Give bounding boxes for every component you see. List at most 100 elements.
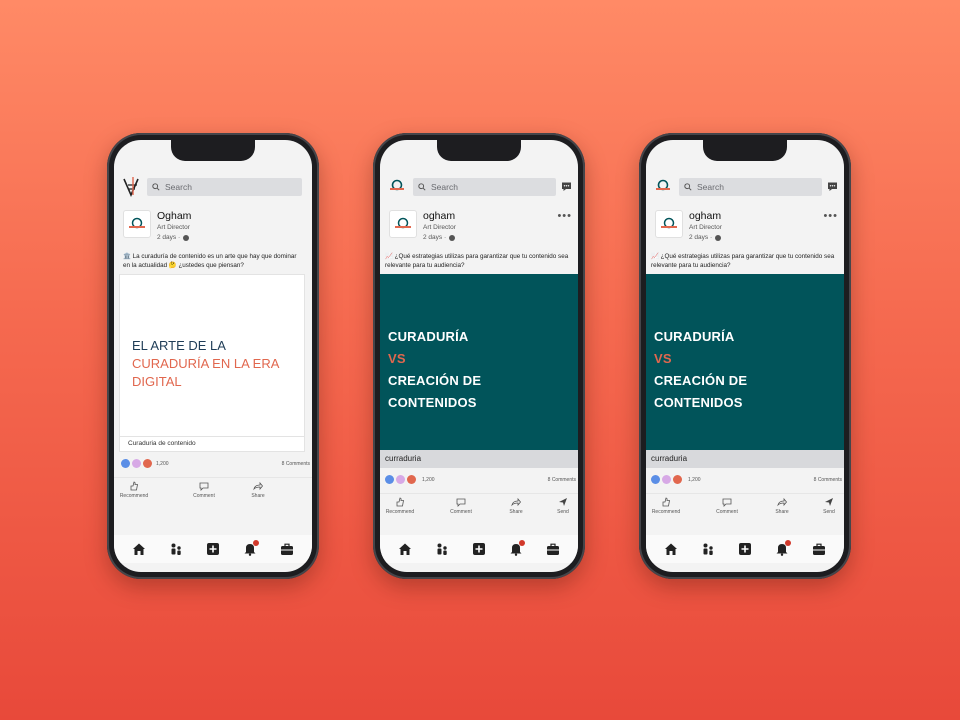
comment-button[interactable]: Comment bbox=[707, 497, 747, 515]
insightful-reaction-icon bbox=[407, 475, 416, 484]
recommend-button[interactable]: Recommend bbox=[380, 497, 420, 515]
phone-notch bbox=[171, 140, 255, 161]
post-emoji: 📈 bbox=[651, 253, 659, 260]
author-name[interactable]: ogham bbox=[689, 210, 721, 222]
post-time: 2 days · bbox=[157, 234, 190, 241]
post-icon[interactable] bbox=[472, 542, 486, 556]
author-name[interactable]: Ogham bbox=[157, 210, 191, 222]
post-icon[interactable] bbox=[738, 542, 752, 556]
brand-logo-icon[interactable] bbox=[120, 175, 142, 197]
comment-count[interactable]: 8 Comments bbox=[548, 477, 576, 483]
reactions-row[interactable]: 1,200 8 Comments bbox=[646, 471, 844, 491]
phone-3: Search ogham Art Director 2 days · ••• 📈… bbox=[639, 133, 851, 579]
post-text: 📈 ¿Qué estrategias utilizas para garanti… bbox=[651, 253, 835, 269]
search-icon bbox=[418, 183, 426, 191]
comment-icon bbox=[199, 482, 209, 491]
share-button[interactable]: Share bbox=[238, 481, 278, 499]
post-text: 📈 ¿Qué estrategias utilizas para garanti… bbox=[385, 253, 569, 269]
search-icon bbox=[152, 183, 160, 191]
home-icon[interactable] bbox=[132, 542, 146, 556]
send-button[interactable]: Send bbox=[809, 497, 844, 515]
search-input[interactable]: Search bbox=[147, 178, 302, 196]
image-caption[interactable]: curraduria bbox=[646, 450, 844, 468]
like-reaction-icon bbox=[385, 475, 394, 484]
network-icon[interactable] bbox=[435, 542, 449, 556]
like-reaction-icon bbox=[121, 459, 130, 468]
search-input[interactable]: Search bbox=[413, 178, 556, 196]
post-emoji: 📈 bbox=[385, 253, 393, 260]
comment-count[interactable]: 8 Comments bbox=[814, 477, 842, 483]
notification-badge bbox=[253, 540, 260, 546]
messaging-icon[interactable] bbox=[561, 181, 572, 192]
phone-2: Search ogham Art Director 2 days · ••• 📈… bbox=[373, 133, 585, 579]
author-role: Art Director bbox=[423, 224, 456, 231]
post-actions: Recommend Comment Share Send bbox=[380, 493, 578, 519]
feed-post: ogham Art Director 2 days · ••• 📈 ¿Qué e… bbox=[380, 204, 578, 519]
home-icon[interactable] bbox=[398, 542, 412, 556]
celebrate-reaction-icon bbox=[132, 459, 141, 468]
avatar[interactable] bbox=[123, 210, 151, 238]
ogham-logo-icon bbox=[661, 217, 677, 229]
share-icon bbox=[511, 497, 521, 507]
top-bar: Search bbox=[380, 172, 578, 202]
post-icon[interactable] bbox=[206, 542, 220, 556]
author-role: Art Director bbox=[157, 224, 190, 231]
search-placeholder: Search bbox=[697, 182, 724, 192]
author-name[interactable]: ogham bbox=[423, 210, 455, 222]
feed-post: ogham Art Director 2 days · ••• 📈 ¿Qué e… bbox=[646, 204, 844, 519]
ogham-logo-icon[interactable] bbox=[652, 175, 674, 197]
notifications-icon[interactable] bbox=[509, 540, 526, 556]
reactions-row[interactable]: 1,200 8 Comments bbox=[380, 471, 578, 491]
image-caption[interactable]: Curaduria de contenido bbox=[120, 436, 304, 451]
globe-icon bbox=[449, 234, 456, 241]
notification-badge bbox=[785, 540, 792, 546]
network-icon[interactable] bbox=[169, 542, 183, 556]
notifications-icon[interactable] bbox=[775, 540, 792, 556]
more-options-icon[interactable]: ••• bbox=[557, 210, 572, 222]
comment-button[interactable]: Comment bbox=[441, 497, 481, 515]
insightful-reaction-icon bbox=[673, 475, 682, 484]
post-image[interactable]: CURADURÍA VS CREACIÓN DE CONTENIDOS bbox=[646, 274, 844, 450]
post-image[interactable]: EL ARTE DE LA CURADURÍA EN LA ERA DIGITA… bbox=[119, 274, 305, 452]
send-icon bbox=[825, 498, 833, 506]
phone-notch bbox=[437, 140, 521, 161]
ogham-logo-icon[interactable] bbox=[386, 175, 408, 197]
home-icon[interactable] bbox=[664, 542, 678, 556]
avatar[interactable] bbox=[389, 210, 417, 238]
share-button[interactable]: Share bbox=[762, 497, 802, 515]
jobs-icon[interactable] bbox=[280, 542, 294, 556]
share-icon bbox=[253, 481, 263, 491]
thumbs-up-icon bbox=[396, 497, 404, 507]
top-bar: Search bbox=[646, 172, 844, 202]
reaction-count: 1,200 bbox=[156, 461, 169, 467]
send-button[interactable]: Send bbox=[543, 497, 578, 515]
notifications-icon[interactable] bbox=[243, 540, 260, 556]
avatar[interactable] bbox=[655, 210, 683, 238]
share-button[interactable]: Share bbox=[496, 497, 536, 515]
network-icon[interactable] bbox=[701, 542, 715, 556]
comment-button[interactable]: Comment bbox=[184, 481, 224, 499]
messaging-icon[interactable] bbox=[827, 181, 838, 192]
bottom-nav bbox=[114, 535, 312, 563]
author-role: Art Director bbox=[689, 224, 722, 231]
post-image[interactable]: CURADURÍA VS CREACIÓN DE CONTENIDOS bbox=[380, 274, 578, 450]
recommend-button[interactable]: Recommend bbox=[114, 481, 154, 499]
phone-1: Search Ogham Art Director 2 days · 🏛️ La… bbox=[107, 133, 319, 579]
phone-screen: Search ogham Art Director 2 days · ••• 📈… bbox=[646, 140, 844, 572]
feed-post: Ogham Art Director 2 days · 🏛️ La curadu… bbox=[114, 204, 312, 503]
post-header: Ogham Art Director 2 days · bbox=[114, 204, 312, 246]
post-actions: Recommend Comment Share bbox=[114, 477, 312, 503]
send-icon bbox=[559, 498, 567, 506]
more-options-icon[interactable]: ••• bbox=[823, 210, 838, 222]
reactions-row[interactable]: 1,200 8 Comments bbox=[114, 455, 312, 475]
jobs-icon[interactable] bbox=[812, 542, 826, 556]
recommend-button[interactable]: Recommend bbox=[646, 497, 686, 515]
comment-count[interactable]: 8 Comments bbox=[282, 461, 310, 467]
search-placeholder: Search bbox=[165, 182, 192, 192]
like-reaction-icon bbox=[651, 475, 660, 484]
search-input[interactable]: Search bbox=[679, 178, 822, 196]
celebrate-reaction-icon bbox=[662, 475, 671, 484]
jobs-icon[interactable] bbox=[546, 542, 560, 556]
image-caption[interactable]: curraduria bbox=[380, 450, 578, 468]
globe-icon bbox=[715, 234, 722, 241]
